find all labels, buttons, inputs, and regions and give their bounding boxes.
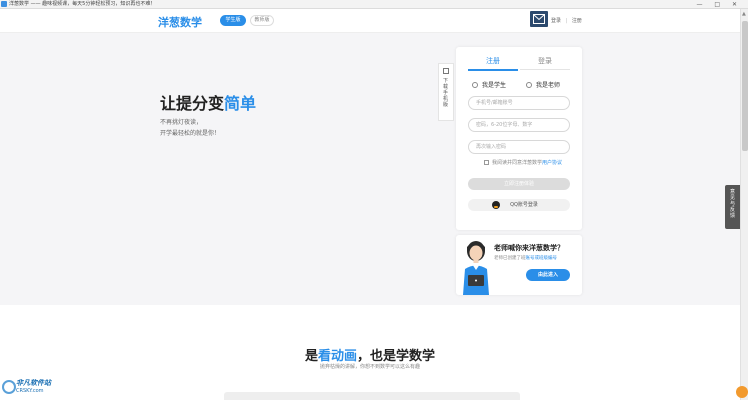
promo-title: 老师喊你来洋葱数学？ xyxy=(494,244,564,252)
qq-login-label: QQ账号登录 xyxy=(510,202,538,208)
confirm-password-input[interactable]: 再次输入密码 xyxy=(468,140,570,154)
hero-headline: 让提分变简单 xyxy=(160,90,256,114)
app-icon xyxy=(1,1,7,7)
qq-penguin-icon xyxy=(492,201,500,209)
watermark-logo-icon xyxy=(2,380,16,394)
teacher-illustration-icon xyxy=(463,241,489,295)
header-register-link[interactable]: 注册 xyxy=(572,18,582,24)
section2-title-accent: 看动画 xyxy=(317,349,357,364)
password-input[interactable]: 密码，6-20位字母、数字 xyxy=(468,118,570,132)
feedback-side-tab[interactable]: 意见与反馈 xyxy=(725,185,740,229)
floating-help-icon[interactable] xyxy=(736,386,748,398)
feedback-label: 意见与反馈 xyxy=(729,189,735,219)
tab-login[interactable]: 登录 xyxy=(520,56,570,70)
role-teacher-label: 我是老师 xyxy=(536,82,561,89)
teacher-invite-card: 老师喊你来洋葱数学？ 老师已创建了班账号或班级编号 由此进入 xyxy=(456,235,582,295)
envelope-icon[interactable] xyxy=(530,11,548,27)
site-header: 洋葱数学 学生版 教师版 登录 | 注册 xyxy=(0,9,740,33)
hero-headline-prefix: 让提分变 xyxy=(160,94,225,113)
watermark-sub: CRSKY.com xyxy=(16,388,44,394)
hero-subline-2: 开学最轻松的就是你！ xyxy=(160,130,221,137)
download-app-label: 下载手机版 xyxy=(443,78,449,108)
header-separator: | xyxy=(565,18,568,24)
agree-checkbox[interactable] xyxy=(484,160,489,165)
scroll-up-arrow-icon[interactable]: ▲ xyxy=(742,11,746,17)
radio-student[interactable] xyxy=(472,81,478,88)
hero-section: 让提分变简单 不再挑灯夜读， 开学最轻松的就是你！ 下载手机版 注册 登录 我是… xyxy=(0,33,740,305)
tab-student-version[interactable]: 学生版 xyxy=(220,15,246,26)
header-login-link[interactable]: 登录 xyxy=(551,18,561,24)
qr-code-icon xyxy=(443,68,449,74)
promo-description: 老师已创建了班账号或班级编号 xyxy=(494,255,557,261)
register-submit-button[interactable]: 立即注册体验 xyxy=(468,178,570,190)
hero-subline-1: 不再挑灯夜读， xyxy=(160,119,203,126)
qq-login-button[interactable]: QQ账号登录 xyxy=(468,199,570,211)
register-card: 注册 登录 我是学生 我是老师 手机号/邮箱账号 密码，6-20位字母、数字 再… xyxy=(456,47,582,230)
section2-title-prefix: 是 xyxy=(304,349,318,364)
user-agreement-link[interactable]: 用户协议 xyxy=(542,159,562,166)
role-student-option[interactable]: 我是学生 xyxy=(472,80,506,89)
crsky-watermark: 非凡软件站 CRSKY.com xyxy=(2,376,64,398)
agree-text: 我阅读并同意洋葱数学 xyxy=(492,160,543,166)
window-controls[interactable]: — □ ✕ xyxy=(696,0,742,9)
role-teacher-option[interactable]: 我是老师 xyxy=(526,80,560,89)
hero-headline-accent: 简单 xyxy=(224,94,257,113)
window-title: 洋葱数学 —— 趣味视频课，每天5分钟轻松预习，知识再也不难！ xyxy=(9,1,156,7)
page-scrollbar[interactable]: ▲ xyxy=(740,9,748,400)
promo-desc-prefix: 老师已创建了班 xyxy=(494,256,526,261)
phone-email-input[interactable]: 手机号/邮箱账号 xyxy=(468,96,570,110)
header-auth-links: 登录 | 注册 xyxy=(551,17,582,24)
tab-teacher-version[interactable]: 教师版 xyxy=(250,15,274,26)
role-student-label: 我是学生 xyxy=(482,82,507,89)
download-app-strip[interactable]: 下载手机版 xyxy=(438,63,454,121)
section2-title: 是看动画，也是学数学 xyxy=(0,345,740,364)
tab-register[interactable]: 注册 xyxy=(468,56,518,71)
promo-desc-link[interactable]: 账号或班级编号 xyxy=(526,256,558,261)
site-logo[interactable]: 洋葱数学 xyxy=(158,14,202,30)
section2-video-strip xyxy=(224,392,520,400)
agreement-row: 我阅读并同意洋葱数学 用户协议 xyxy=(484,159,562,166)
radio-teacher[interactable] xyxy=(526,81,532,88)
watermark-text: 非凡软件站 xyxy=(16,379,51,387)
section2-subtitle: 抛弃枯燥的讲解，你想不到数学可以这么有趣 xyxy=(319,364,420,370)
section2-title-suffix: ，也是学数学 xyxy=(357,349,436,364)
hero-subline: 不再挑灯夜读， 开学最轻松的就是你！ xyxy=(160,117,220,139)
scrollbar-thumb[interactable] xyxy=(742,21,748,151)
enter-here-button[interactable]: 由此进入 xyxy=(526,269,570,281)
window-titlebar: 洋葱数学 —— 趣味视频课，每天5分钟轻松预习，知识再也不难！ — □ ✕ xyxy=(0,0,748,9)
